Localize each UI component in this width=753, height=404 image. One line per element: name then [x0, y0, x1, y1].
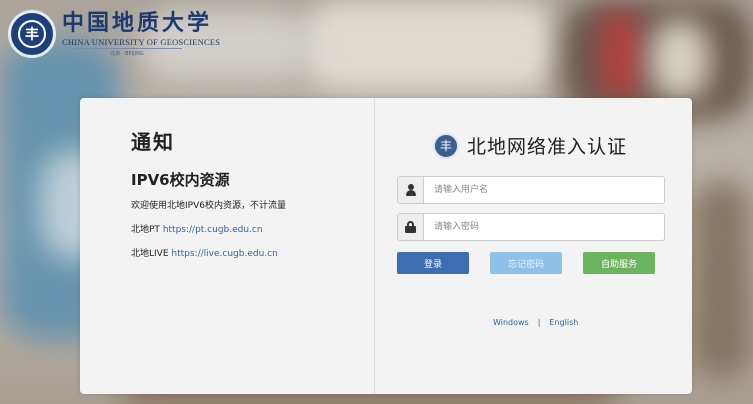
user-icon: [398, 177, 424, 203]
university-logo: 丰 中国地质大学 CHINA UNIVERSITY OF GEOSCIENCES…: [8, 10, 220, 58]
forgot-password-button[interactable]: 忘记密码: [490, 252, 562, 274]
auth-title: 北地网络准入认证: [467, 136, 628, 158]
bg-blob: [600, 10, 640, 100]
logo-sub: 北京 · BEIJING: [72, 48, 182, 57]
logo-cn-name: 中国地质大学: [62, 10, 213, 36]
notice-title: 通知: [131, 130, 175, 154]
lock-icon: [398, 214, 424, 240]
notice-live-line: 北地LIVE https://live.cugb.edu.cn: [131, 246, 374, 259]
notice-panel: 通知 IPV6校内资源 欢迎使用北地IPV6校内资源，不计流量 北地PT htt…: [80, 98, 375, 394]
windows-link[interactable]: Windows: [493, 318, 529, 327]
password-field: [397, 213, 665, 241]
login-button[interactable]: 登录: [397, 252, 469, 274]
button-row: 登录 忘记密码 自助服务: [397, 252, 655, 274]
notice-pt-line: 北地PT https://pt.cugb.edu.cn: [131, 222, 374, 235]
bg-blob: [300, 0, 560, 90]
auth-seal-glyph: 丰: [439, 139, 452, 153]
bg-blob: [650, 20, 710, 100]
bg-blob: [690, 180, 753, 380]
notice-subtitle: IPV6校内资源: [131, 171, 230, 189]
language-links: Windows | English: [493, 318, 692, 327]
lang-separator: |: [537, 318, 541, 327]
auth-panel: 丰 北地网络准入认证 登录 忘记密码 自助服务 Windows | Englis…: [375, 98, 692, 394]
university-seal-icon: 丰: [433, 132, 459, 159]
pt-label: 北地PT: [131, 225, 160, 235]
password-input[interactable]: [424, 214, 664, 240]
seal-glyph: 丰: [18, 20, 46, 48]
username-field: [397, 176, 665, 204]
self-service-button[interactable]: 自助服务: [583, 252, 655, 274]
notice-text: 欢迎使用北地IPV6校内资源，不计流量: [131, 201, 286, 211]
login-card: 通知 IPV6校内资源 欢迎使用北地IPV6校内资源，不计流量 北地PT htt…: [80, 98, 692, 394]
university-seal-icon: 丰: [8, 10, 56, 58]
username-input[interactable]: [424, 177, 664, 203]
logo-text: 中国地质大学 CHINA UNIVERSITY OF GEOSCIENCES 北…: [62, 11, 220, 57]
english-link[interactable]: English: [549, 318, 578, 327]
auth-header: 丰 北地网络准入认证: [433, 132, 692, 159]
pt-link[interactable]: https://pt.cugb.edu.cn: [163, 225, 263, 235]
live-label: 北地LIVE: [131, 249, 169, 259]
live-link[interactable]: https://live.cugb.edu.cn: [171, 249, 277, 259]
logo-en-name: CHINA UNIVERSITY OF GEOSCIENCES: [62, 37, 221, 47]
